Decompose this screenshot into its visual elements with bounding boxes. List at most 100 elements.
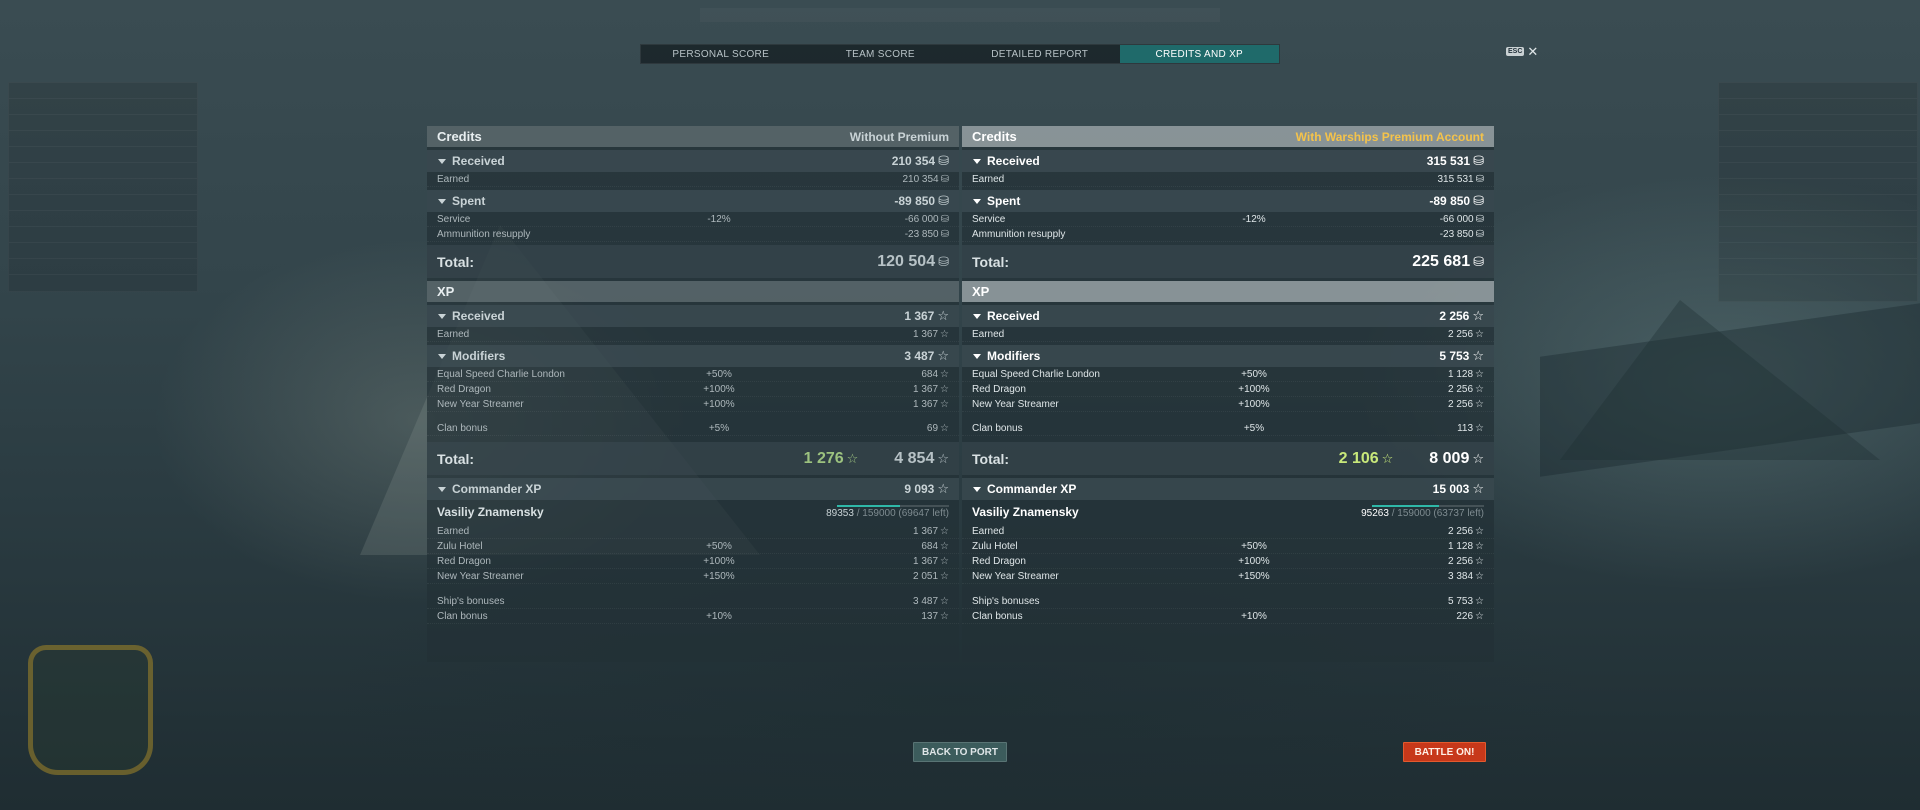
star-icon: ☆ [940, 570, 949, 582]
credits-title: Credits [437, 129, 482, 144]
progress-fill [837, 505, 900, 507]
star-icon: ☆ [940, 610, 949, 622]
row-label: Clan bonus [437, 422, 488, 434]
back-to-port-button[interactable]: BACK TO PORT [913, 742, 1007, 762]
row-modifier: +100% [703, 555, 735, 567]
battle-button[interactable]: BATTLE ON! [1403, 742, 1486, 762]
star-icon: ☆ [1472, 481, 1484, 496]
row-value: 69 [926, 422, 939, 434]
row-modifier: +50% [706, 540, 732, 552]
table-row: Earned 2 256 ☆ [962, 327, 1494, 342]
row-value: 210 354 [902, 173, 939, 185]
xp-received-section[interactable]: Received 2 256 ☆ [962, 305, 1494, 327]
table-row: Earned 315 531 ⛁ [962, 172, 1494, 187]
credits-total: Total: 225 681 ⛁ [962, 245, 1494, 278]
collapse-triangle-icon [973, 486, 981, 492]
credits-icon: ⛁ [1475, 173, 1484, 185]
section-label: Spent [452, 194, 486, 208]
tab-team-score[interactable]: TEAM SCORE [801, 45, 961, 63]
total-value: 120 504 [877, 252, 936, 270]
star-icon: ☆ [937, 308, 949, 323]
background-team-list-left [8, 82, 198, 292]
section-value: 1 367 [904, 309, 935, 323]
table-row: Ship's bonuses 5 753 ☆ [962, 594, 1494, 609]
credits-icon: ⛁ [1473, 153, 1484, 168]
row-value: 3 384 [1448, 570, 1474, 582]
row-value: 1 367 [913, 525, 939, 537]
row-modifier: +100% [1238, 555, 1270, 567]
credits-icon: ⛁ [940, 228, 949, 240]
row-value: 113 [1457, 422, 1474, 434]
credits-received-section[interactable]: Received 315 531 ⛁ [962, 150, 1494, 172]
star-icon: ☆ [940, 368, 949, 380]
tab-personal-score[interactable]: PERSONAL SCORE [641, 45, 801, 63]
table-row: Clan bonus +5% 113 ☆ [962, 421, 1494, 436]
commander-xp-section[interactable]: Commander XP 9 093 ☆ [427, 478, 959, 500]
xp-total-base: 1 276 [803, 449, 844, 467]
background-team-list-right [1718, 82, 1918, 302]
credits-icon: ⛁ [938, 193, 949, 208]
report-tabs: PERSONAL SCORE TEAM SCORE DETAILED REPOR… [640, 44, 1280, 64]
row-label: Zulu Hotel [972, 540, 1018, 552]
star-icon: ☆ [1475, 328, 1484, 340]
row-label: New Year Streamer [972, 398, 1059, 410]
credits-icon: ⛁ [1475, 213, 1484, 225]
row-label: Earned [437, 525, 470, 537]
row-value: 1 128 [1448, 540, 1474, 552]
progress-current: 95263 [1361, 508, 1389, 519]
section-value: 5 753 [1439, 349, 1470, 363]
row-value: 2 256 [1448, 555, 1474, 567]
star-icon: ☆ [940, 555, 949, 567]
commander-progress: 89353 / 159000 (69647 left) [826, 505, 949, 519]
star-icon: ☆ [1475, 422, 1484, 434]
collapse-triangle-icon [973, 198, 981, 204]
commander-row: Vasiliy Znamensky 89353 / 159000 (69647 … [427, 500, 959, 524]
table-row: Service -12% -66 000 ⛁ [427, 212, 959, 227]
collapse-triangle-icon [438, 198, 446, 204]
row-value: 684 [921, 540, 939, 552]
star-icon: ☆ [1381, 450, 1394, 466]
row-value: -23 850 [1439, 228, 1474, 240]
tab-credits-and-xp[interactable]: CREDITS AND XP [1119, 45, 1279, 63]
table-row: Service -12% -66 000 ⛁ [962, 212, 1494, 227]
row-modifier: +150% [1238, 570, 1270, 582]
row-value: -66 000 [904, 213, 939, 225]
table-row: Clan bonus +10% 226 ☆ [962, 609, 1494, 624]
xp-received-section[interactable]: Received 1 367 ☆ [427, 305, 959, 327]
xp-modifiers-section[interactable]: Modifiers 5 753 ☆ [962, 345, 1494, 367]
xp-modifiers-section[interactable]: Modifiers 3 487 ☆ [427, 345, 959, 367]
table-row: Clan bonus +10% 137 ☆ [427, 609, 959, 624]
credits-received-section[interactable]: Received 210 354 ⛁ [427, 150, 959, 172]
star-icon: ☆ [940, 595, 949, 607]
close-button[interactable]: ESC ✕ [1506, 45, 1538, 58]
row-value: 2 256 [1448, 398, 1474, 410]
star-icon: ☆ [1475, 595, 1484, 607]
row-modifier: +10% [1241, 610, 1267, 622]
background-rank-emblem [28, 645, 153, 775]
row-label: Earned [972, 525, 1005, 537]
section-value: -89 850 [894, 194, 936, 208]
row-value: 1 367 [913, 328, 939, 340]
table-row: Earned 2 256 ☆ [962, 524, 1494, 539]
star-icon: ☆ [940, 383, 949, 395]
table-row: Earned 1 367 ☆ [427, 524, 959, 539]
credits-spent-section[interactable]: Spent -89 850 ⛁ [427, 190, 959, 212]
credits-icon: ⛁ [1475, 228, 1484, 240]
commander-xp-section[interactable]: Commander XP 15 003 ☆ [962, 478, 1494, 500]
progress-bar [1372, 505, 1484, 507]
background-mountain-right [1560, 300, 1880, 460]
section-value: 3 487 [904, 349, 935, 363]
star-icon: ☆ [1472, 450, 1484, 466]
credits-spent-section[interactable]: Spent -89 850 ⛁ [962, 190, 1494, 212]
star-icon: ☆ [937, 348, 949, 363]
progress-fill [1372, 505, 1440, 507]
row-modifier: +5% [1243, 422, 1265, 434]
tab-detailed-report[interactable]: DETAILED REPORT [960, 45, 1120, 63]
row-label: Red Dragon [437, 555, 491, 567]
row-label: Ship's bonuses [972, 595, 1040, 607]
row-label: Equal Speed Charlie London [437, 368, 565, 380]
row-value: 684 [921, 368, 939, 380]
xp-total-value: 4 854 [894, 449, 935, 467]
credits-header: Credits Without Premium [427, 126, 959, 147]
collapse-triangle-icon [438, 353, 446, 359]
